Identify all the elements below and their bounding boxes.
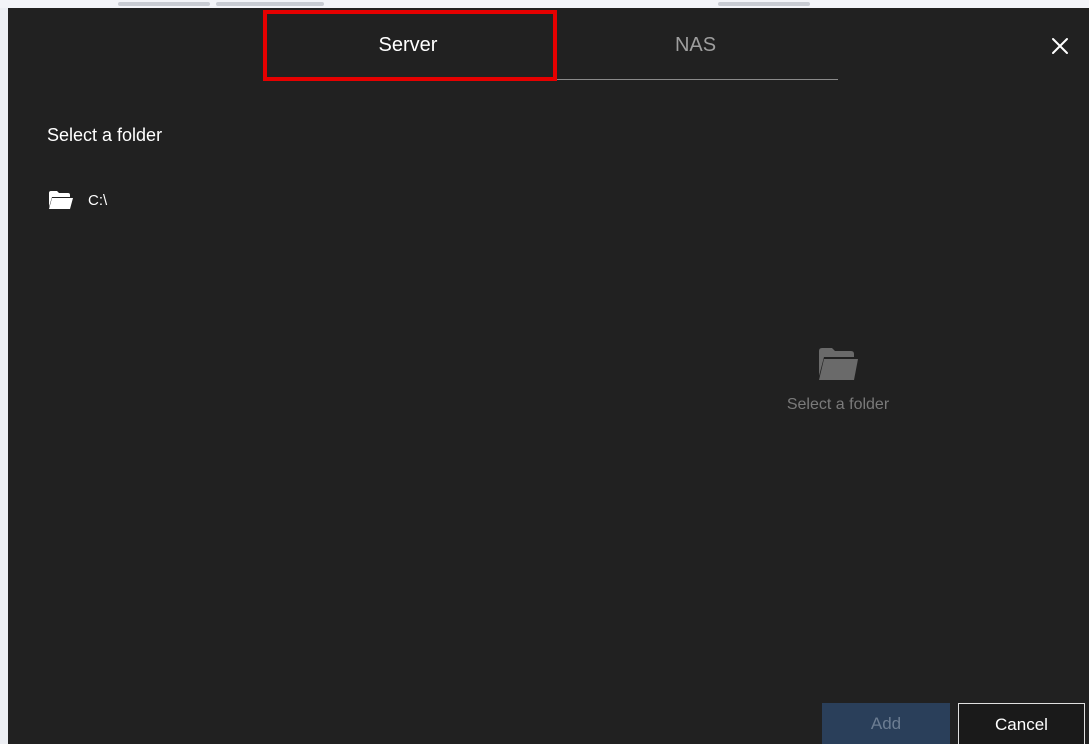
folder-panel-title: Select a folder [47, 125, 163, 145]
tab-server[interactable]: Server [263, 8, 553, 79]
close-button[interactable] [1048, 34, 1072, 58]
cancel-button[interactable]: Cancel [958, 703, 1085, 744]
tab-nas[interactable]: NAS [553, 8, 838, 79]
close-icon [1052, 38, 1068, 54]
folder-tree-item[interactable]: C:\ [48, 188, 107, 212]
background-text-fragment [718, 2, 810, 6]
folder-open-icon [49, 191, 73, 209]
source-tabs: Server NAS [263, 8, 838, 80]
add-button[interactable]: Add [822, 703, 950, 744]
empty-state: Select a folder [738, 346, 938, 414]
folder-picker-dialog: Server NAS Select a folder C:\ Select a … [8, 8, 1089, 744]
background-strip [0, 0, 1089, 8]
empty-state-text: Select a folder [786, 396, 890, 413]
background-text-fragment [118, 2, 210, 6]
folder-open-icon [819, 348, 858, 380]
background-text-fragment [216, 2, 324, 6]
folder-tree-item-label: C:\ [88, 191, 108, 209]
